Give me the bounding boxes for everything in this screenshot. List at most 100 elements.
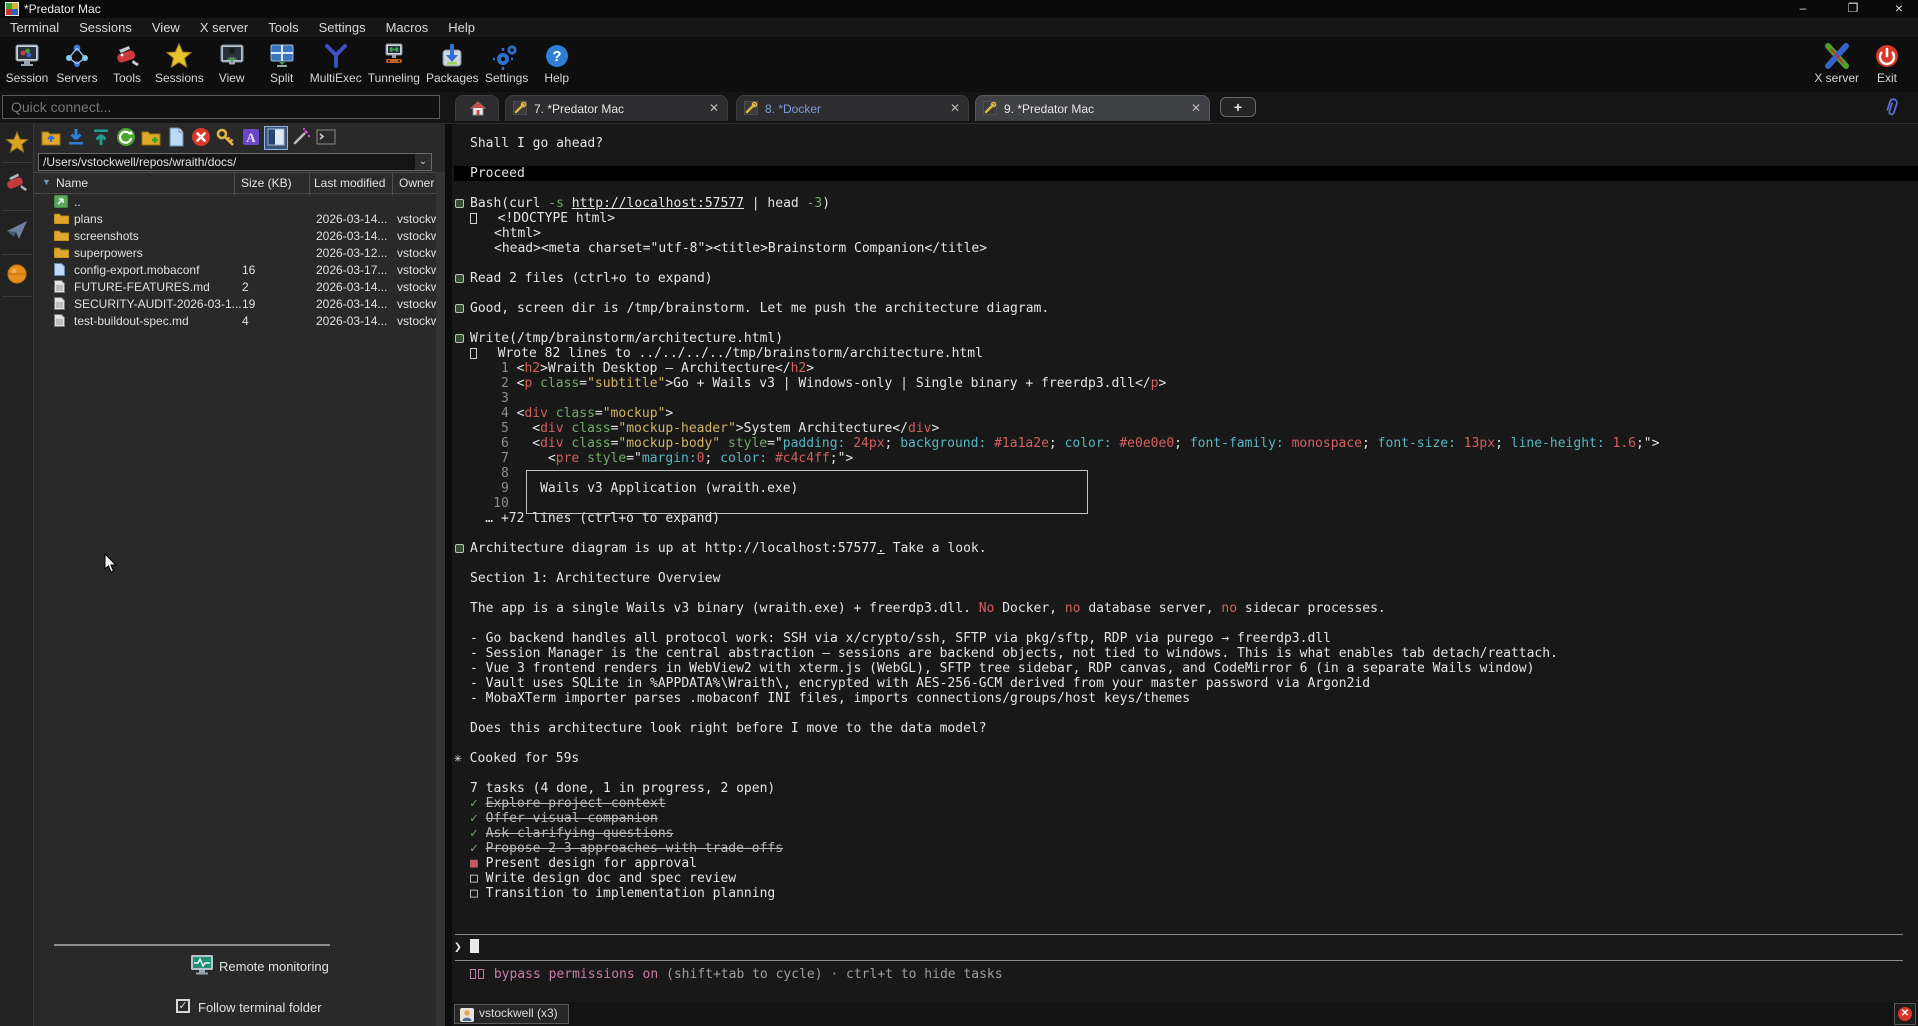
terminal-text: sidecar processes. — [1237, 601, 1386, 616]
terminal-link[interactable]: . — [877, 541, 885, 556]
terminal-text: 7 — [454, 451, 517, 466]
follow-checkbox[interactable]: ✓ — [176, 999, 190, 1013]
file-row--[interactable]: .. — [34, 194, 436, 211]
panel-splitter[interactable] — [445, 124, 452, 1026]
menu-terminal[interactable]: Terminal — [0, 18, 69, 38]
path-dropdown-chevron-icon[interactable]: ⌄ — [415, 154, 431, 170]
toolbar-split-button[interactable]: Split — [257, 40, 307, 85]
toolbar-sessions-button[interactable]: Sessions — [152, 40, 207, 85]
prompt-line[interactable]: ❯ — [454, 937, 479, 954]
toolbar-session-button[interactable]: Session — [2, 40, 52, 85]
app-logo-icon — [5, 2, 19, 19]
toolbar-settings-button[interactable]: Settings — [482, 40, 532, 85]
favorites-star-icon[interactable] — [0, 130, 34, 159]
terminal-mini-icon[interactable] — [315, 127, 337, 149]
toolbar-servers-button[interactable]: Servers — [52, 40, 102, 85]
tab-close-icon[interactable]: ✕ — [709, 101, 719, 115]
menu-macros[interactable]: Macros — [376, 18, 439, 38]
terminal-text: "subtitle" — [587, 376, 665, 391]
terminal-text: 8 — [454, 466, 517, 481]
file-row-superpowers[interactable]: superpowers2026-03-12...vstockw — [34, 245, 436, 262]
terminal-text: > — [665, 406, 673, 421]
file-row-screenshots[interactable]: screenshots2026-03-14...vstockw — [34, 228, 436, 245]
bypass-mode-icon — [470, 969, 476, 979]
folder-up-icon[interactable] — [40, 127, 62, 149]
svg-text:?: ? — [552, 48, 561, 65]
file-row-plans[interactable]: plans2026-03-14...vstockw — [34, 211, 436, 228]
upload-icon[interactable] — [90, 127, 112, 149]
terminal-line — [454, 181, 1918, 196]
toolbar-multiexec-button[interactable]: MultiExec — [307, 40, 365, 85]
toolbar-tunneling-button[interactable]: Tunneling — [365, 40, 423, 85]
tab-8-docker[interactable]: 8. *Docker✕ — [736, 95, 969, 121]
toolbar-label: Servers — [55, 71, 99, 85]
terminal-link[interactable]: http://localhost:57577 — [572, 196, 744, 211]
quick-connect-input[interactable] — [2, 95, 440, 119]
key-icon[interactable] — [215, 127, 237, 149]
minimize-button[interactable]: – — [1788, 0, 1818, 18]
new-tab-button[interactable]: + — [1220, 97, 1256, 117]
new-folder-icon[interactable] — [140, 127, 162, 149]
menu-view[interactable]: View — [142, 18, 190, 38]
file-row-security-audit-2026-03-1-[interactable]: SECURITY-AUDIT-2026-03-1...192026-03-14.… — [34, 296, 436, 313]
file-name: screenshots — [74, 229, 139, 243]
toolbar-x server-button[interactable]: X server — [1811, 40, 1862, 85]
column-name[interactable]: Name — [56, 176, 88, 190]
toolbar-packages-button[interactable]: Packages — [423, 40, 482, 85]
terminal-text: ✓ — [470, 796, 486, 811]
terminal-text: 7 tasks (4 done, 1 in progress, 2 open) — [470, 781, 775, 796]
path-input[interactable] — [38, 153, 432, 171]
file-scrollbar[interactable] — [436, 172, 445, 1026]
file-row-future-features-md[interactable]: FUTURE-FEATURES.md22026-03-14...vstockw — [34, 279, 436, 296]
tab-close-icon[interactable]: ✕ — [950, 101, 960, 115]
refresh-icon[interactable] — [115, 127, 137, 149]
restore-button[interactable]: ❐ — [1838, 0, 1868, 18]
file-row-test-buildout-spec-md[interactable]: test-buildout-spec.md42026-03-14...vstoc… — [34, 313, 436, 330]
menu-help[interactable]: Help — [438, 18, 485, 38]
toolbar-tools-button[interactable]: Tools — [102, 40, 152, 85]
tools-knife-icon[interactable] — [0, 170, 34, 199]
tab-9-predator-mac[interactable]: 9. *Predator Mac✕ — [975, 95, 1210, 121]
close-session-bar-button[interactable]: ✕ — [1894, 1003, 1916, 1025]
toolbar-help-button[interactable]: ?Help — [532, 40, 582, 85]
column-modified[interactable]: Last modified — [314, 176, 385, 190]
terminal-text: Transition to implementation planning — [486, 886, 776, 901]
terminal-wrench-icon — [513, 101, 527, 118]
tab-7-predator-mac[interactable]: 7. *Predator Mac✕ — [505, 95, 728, 121]
menu-sessions[interactable]: Sessions — [69, 18, 142, 38]
terminal-line: Proceed — [454, 166, 1918, 181]
terminal-pane[interactable]: Shall I go ahead?ProceedBash(curl -s htt… — [452, 124, 1918, 1002]
column-owner[interactable]: Owner — [399, 176, 434, 190]
menu-tools[interactable]: Tools — [258, 18, 308, 38]
file-owner: vstockw — [397, 297, 440, 311]
remote-monitoring-row[interactable]: Remote monitoring — [34, 954, 436, 980]
delete-icon[interactable] — [190, 127, 212, 149]
wand-icon[interactable] — [290, 127, 312, 149]
menu-x-server[interactable]: X server — [190, 18, 258, 38]
charset-icon[interactable]: A — [240, 127, 262, 149]
attachments-paperclip-icon[interactable] — [1884, 96, 1900, 123]
tab-home[interactable] — [455, 95, 499, 121]
terminal-line: <!DOCTYPE html> — [454, 211, 1918, 226]
terminal-text: - Go backend handles all protocol work: … — [470, 631, 1331, 646]
terminal-line: Shall I go ahead? — [454, 136, 1918, 151]
follow-terminal-folder-row[interactable]: ✓ Follow terminal folder — [34, 998, 436, 1020]
panel-split-icon[interactable] — [265, 127, 287, 149]
menu-settings[interactable]: Settings — [309, 18, 376, 38]
close-button[interactable]: × — [1884, 0, 1914, 18]
file-row-config-export-mobaconf[interactable]: config-export.mobaconf162026-03-17...vst… — [34, 262, 436, 279]
file-conf-icon — [54, 263, 65, 279]
sort-arrow-icon[interactable]: ▼ — [42, 177, 51, 187]
new-file-icon[interactable] — [165, 127, 187, 149]
tab-close-icon[interactable]: ✕ — [1191, 101, 1201, 115]
toolbar-exit-button[interactable]: Exit — [1862, 40, 1912, 85]
sessions-plane-icon[interactable] — [0, 218, 34, 247]
column-size[interactable]: Size (KB) — [241, 176, 292, 190]
session-tab-vstockwell[interactable]: vstockwell (x3) — [454, 1004, 569, 1024]
download-icon[interactable] — [65, 127, 87, 149]
assistant-bullet-icon — [455, 304, 464, 313]
network-globe-icon[interactable] — [0, 264, 34, 289]
toolbar-view-button[interactable]: View — [207, 40, 257, 85]
terminal-text: -3 — [807, 196, 823, 211]
toolbar-label: Settings — [485, 71, 529, 85]
